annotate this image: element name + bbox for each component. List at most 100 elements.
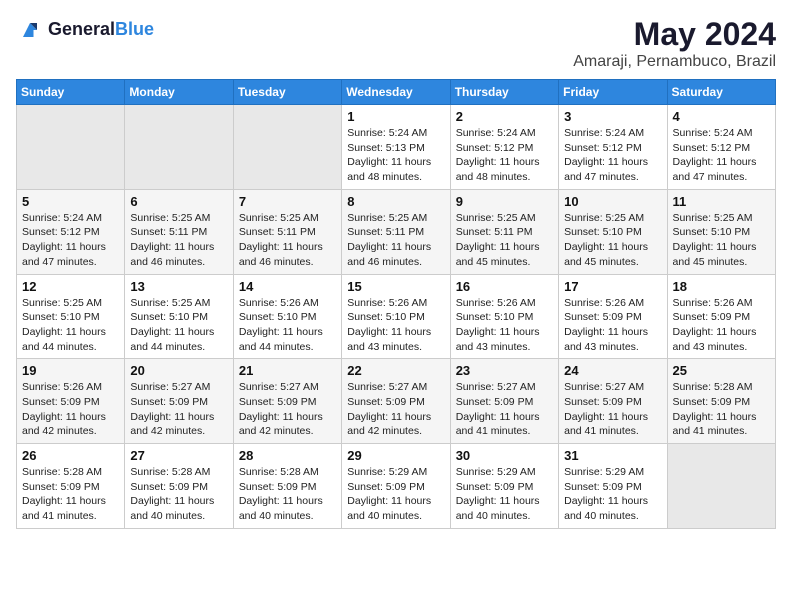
- day-number: 10: [564, 194, 661, 209]
- calendar-cell: 29 Sunrise: 5:29 AMSunset: 5:09 PMDayligh…: [342, 444, 450, 529]
- day-number: 18: [673, 279, 770, 294]
- calendar-cell: 30 Sunrise: 5:29 AMSunset: 5:09 PMDayligh…: [450, 444, 558, 529]
- logo-icon: [16, 16, 44, 44]
- day-number: 27: [130, 448, 227, 463]
- calendar-cell: 7 Sunrise: 5:25 AMSunset: 5:11 PMDaylight…: [233, 189, 341, 274]
- day-info: Sunrise: 5:29 AMSunset: 5:09 PMDaylight:…: [456, 465, 553, 524]
- calendar-cell: 13 Sunrise: 5:25 AMSunset: 5:10 PMDayligh…: [125, 274, 233, 359]
- calendar-cell: 23 Sunrise: 5:27 AMSunset: 5:09 PMDayligh…: [450, 359, 558, 444]
- subtitle: Amaraji, Pernambuco, Brazil: [573, 53, 776, 71]
- calendar-cell: [667, 444, 775, 529]
- calendar-cell: 18 Sunrise: 5:26 AMSunset: 5:09 PMDayligh…: [667, 274, 775, 359]
- calendar-cell: 31 Sunrise: 5:29 AMSunset: 5:09 PMDayligh…: [559, 444, 667, 529]
- day-number: 5: [22, 194, 119, 209]
- calendar-cell: 28 Sunrise: 5:28 AMSunset: 5:09 PMDayligh…: [233, 444, 341, 529]
- day-number: 21: [239, 363, 336, 378]
- day-info: Sunrise: 5:28 AMSunset: 5:09 PMDaylight:…: [673, 380, 770, 439]
- day-number: 2: [456, 109, 553, 124]
- day-info: Sunrise: 5:27 AMSunset: 5:09 PMDaylight:…: [347, 380, 444, 439]
- day-number: 22: [347, 363, 444, 378]
- day-number: 30: [456, 448, 553, 463]
- day-info: Sunrise: 5:24 AMSunset: 5:12 PMDaylight:…: [564, 126, 661, 185]
- calendar-cell: 10Sunrise: 5:25 AMSunset: 5:10 PMDayligh…: [559, 189, 667, 274]
- calendar-cell: 2 Sunrise: 5:24 AMSunset: 5:12 PMDaylight…: [450, 105, 558, 190]
- day-info: Sunrise: 5:28 AMSunset: 5:09 PMDaylight:…: [239, 465, 336, 524]
- day-number: 11: [673, 194, 770, 209]
- calendar-cell: 15 Sunrise: 5:26 AMSunset: 5:10 PMDayligh…: [342, 274, 450, 359]
- logo: GeneralBlue: [16, 16, 154, 44]
- day-info: Sunrise: 5:26 AMSunset: 5:09 PMDaylight:…: [22, 380, 119, 439]
- day-number: 28: [239, 448, 336, 463]
- calendar-cell: 11 Sunrise: 5:25 AMSunset: 5:10 PMDayligh…: [667, 189, 775, 274]
- calendar-cell: 14Sunrise: 5:26 AMSunset: 5:10 PMDayligh…: [233, 274, 341, 359]
- day-number: 23: [456, 363, 553, 378]
- calendar-cell: 21 Sunrise: 5:27 AMSunset: 5:09 PMDayligh…: [233, 359, 341, 444]
- calendar-header-row: SundayMondayTuesdayWednesdayThursdayFrid…: [17, 80, 776, 105]
- day-number: 1: [347, 109, 444, 124]
- calendar-cell: 1Sunrise: 5:24 AMSunset: 5:13 PMDaylight…: [342, 105, 450, 190]
- calendar-cell: [125, 105, 233, 190]
- day-info: Sunrise: 5:24 AMSunset: 5:12 PMDaylight:…: [22, 211, 119, 270]
- day-info: Sunrise: 5:27 AMSunset: 5:09 PMDaylight:…: [564, 380, 661, 439]
- day-info: Sunrise: 5:29 AMSunset: 5:09 PMDaylight:…: [347, 465, 444, 524]
- calendar-cell: 9 Sunrise: 5:25 AMSunset: 5:11 PMDaylight…: [450, 189, 558, 274]
- day-number: 29: [347, 448, 444, 463]
- calendar-cell: [233, 105, 341, 190]
- calendar-cell: 16 Sunrise: 5:26 AMSunset: 5:10 PMDayligh…: [450, 274, 558, 359]
- calendar-cell: 26Sunrise: 5:28 AMSunset: 5:09 PMDayligh…: [17, 444, 125, 529]
- day-info: Sunrise: 5:27 AMSunset: 5:09 PMDaylight:…: [130, 380, 227, 439]
- day-info: Sunrise: 5:27 AMSunset: 5:09 PMDaylight:…: [456, 380, 553, 439]
- day-info: Sunrise: 5:25 AMSunset: 5:11 PMDaylight:…: [130, 211, 227, 270]
- calendar-cell: 20Sunrise: 5:27 AMSunset: 5:09 PMDayligh…: [125, 359, 233, 444]
- main-title: May 2024: [573, 16, 776, 53]
- day-number: 3: [564, 109, 661, 124]
- calendar-week-3: 12 Sunrise: 5:25 AMSunset: 5:10 PMDayligh…: [17, 274, 776, 359]
- day-info: Sunrise: 5:25 AMSunset: 5:11 PMDaylight:…: [347, 211, 444, 270]
- calendar-header-thursday: Thursday: [450, 80, 558, 105]
- calendar-header-friday: Friday: [559, 80, 667, 105]
- calendar-cell: 27 Sunrise: 5:28 AMSunset: 5:09 PMDayligh…: [125, 444, 233, 529]
- day-info: Sunrise: 5:27 AMSunset: 5:09 PMDaylight:…: [239, 380, 336, 439]
- day-info: Sunrise: 5:26 AMSunset: 5:09 PMDaylight:…: [673, 296, 770, 355]
- calendar-header-wednesday: Wednesday: [342, 80, 450, 105]
- day-number: 25: [673, 363, 770, 378]
- day-number: 26: [22, 448, 119, 463]
- calendar-cell: 3 Sunrise: 5:24 AMSunset: 5:12 PMDaylight…: [559, 105, 667, 190]
- calendar-week-5: 26 Sunrise: 5:28 AMSunset: 5:09 PMDayligh…: [17, 444, 776, 529]
- day-number: 12: [22, 279, 119, 294]
- calendar-cell: 17 Sunrise: 5:26 AMSunset: 5:09 PMDayligh…: [559, 274, 667, 359]
- day-number: 7: [239, 194, 336, 209]
- day-info: Sunrise: 5:26 AMSunset: 5:09 PMDaylight:…: [564, 296, 661, 355]
- day-info: Sunrise: 5:25 AMSunset: 5:10 PMDaylight:…: [673, 211, 770, 270]
- day-info: Sunrise: 5:29 AMSunset: 5:09 PMDaylight:…: [564, 465, 661, 524]
- calendar-cell: 25 Sunrise: 5:28 AMSunset: 5:09 PMDayligh…: [667, 359, 775, 444]
- day-number: 31: [564, 448, 661, 463]
- day-info: Sunrise: 5:25 AMSunset: 5:11 PMDaylight:…: [456, 211, 553, 270]
- day-info: Sunrise: 5:24 AMSunset: 5:12 PMDaylight:…: [456, 126, 553, 185]
- day-number: 24: [564, 363, 661, 378]
- calendar-cell: 24 Sunrise: 5:27 AMSunset: 5:09 PMDayligh…: [559, 359, 667, 444]
- day-info: Sunrise: 5:26 AMSunset: 5:10 PMDaylight:…: [239, 296, 336, 355]
- calendar-cell: 22 Sunrise: 5:27 AMSunset: 5:09 PMDayligh…: [342, 359, 450, 444]
- calendar-cell: 12 Sunrise: 5:25 AMSunset: 5:10 PMDayligh…: [17, 274, 125, 359]
- day-number: 6: [130, 194, 227, 209]
- calendar-cell: 4Sunrise: 5:24 AMSunset: 5:12 PMDaylight…: [667, 105, 775, 190]
- day-info: Sunrise: 5:26 AMSunset: 5:10 PMDaylight:…: [347, 296, 444, 355]
- day-info: Sunrise: 5:25 AMSunset: 5:11 PMDaylight:…: [239, 211, 336, 270]
- day-number: 19: [22, 363, 119, 378]
- day-number: 8: [347, 194, 444, 209]
- day-info: Sunrise: 5:25 AMSunset: 5:10 PMDaylight:…: [130, 296, 227, 355]
- day-number: 17: [564, 279, 661, 294]
- calendar-week-4: 19 Sunrise: 5:26 AMSunset: 5:09 PMDayligh…: [17, 359, 776, 444]
- logo-text: GeneralBlue: [48, 20, 154, 40]
- calendar-header-sunday: Sunday: [17, 80, 125, 105]
- day-number: 9: [456, 194, 553, 209]
- day-number: 15: [347, 279, 444, 294]
- day-number: 13: [130, 279, 227, 294]
- day-number: 16: [456, 279, 553, 294]
- calendar-cell: 8 Sunrise: 5:25 AMSunset: 5:11 PMDaylight…: [342, 189, 450, 274]
- day-info: Sunrise: 5:26 AMSunset: 5:10 PMDaylight:…: [456, 296, 553, 355]
- day-info: Sunrise: 5:25 AMSunset: 5:10 PMDaylight:…: [22, 296, 119, 355]
- day-info: Sunrise: 5:28 AMSunset: 5:09 PMDaylight:…: [130, 465, 227, 524]
- title-block: May 2024 Amaraji, Pernambuco, Brazil: [573, 16, 776, 71]
